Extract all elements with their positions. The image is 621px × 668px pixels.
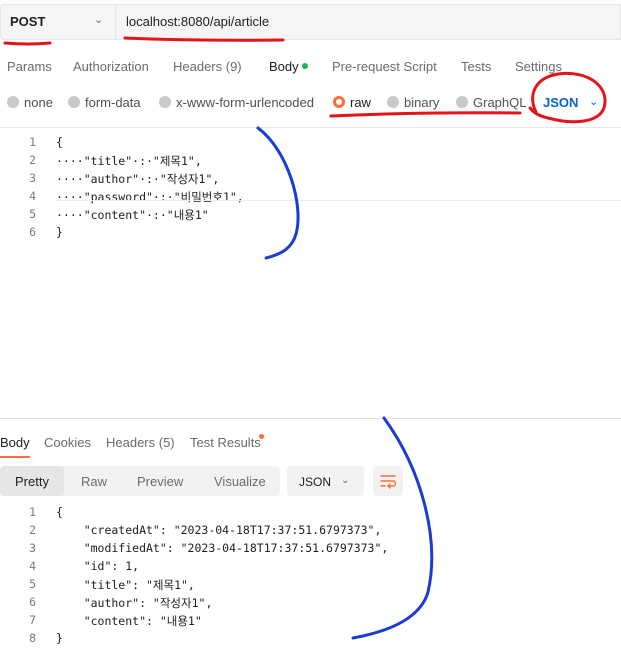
line-number: 2	[29, 153, 36, 167]
line-number: 2	[29, 523, 36, 537]
annotation-underline-raw	[329, 111, 522, 118]
code-line: }	[56, 631, 63, 645]
view-raw-button[interactable]: Raw	[81, 474, 107, 489]
line-number: 1	[29, 505, 36, 519]
radio-form-data[interactable]	[68, 96, 80, 108]
tab-body[interactable]: Body	[269, 59, 299, 74]
test-results-dot	[259, 434, 264, 439]
line-number: 5	[29, 577, 36, 591]
chevron-down-icon: ⌄	[341, 475, 350, 486]
chevron-down-icon: ⌄	[94, 14, 104, 26]
pane-divider[interactable]	[0, 418, 621, 419]
radio-raw[interactable]	[333, 96, 345, 108]
tab-settings[interactable]: Settings	[515, 59, 562, 74]
tab-tests[interactable]: Tests	[461, 59, 491, 74]
view-visualize-button[interactable]: Visualize	[214, 474, 266, 489]
chevron-down-icon[interactable]: ⌄	[589, 95, 598, 108]
response-tab-test-results[interactable]: Test Results	[190, 435, 261, 450]
line-number: 8	[29, 631, 36, 645]
view-preview-button[interactable]: Preview	[137, 474, 183, 489]
radio-none-label: none	[24, 95, 53, 110]
code-line: "modifiedAt": "2023-04-18T17:37:51.67973…	[56, 541, 389, 555]
line-number: 7	[29, 613, 36, 627]
body-indicator-dot	[302, 63, 308, 69]
line-number: 3	[29, 171, 36, 185]
code-line: "createdAt": "2023-04-18T17:37:51.679737…	[56, 523, 382, 537]
body-format-select[interactable]: JSON	[543, 95, 578, 110]
line-number: 4	[29, 189, 36, 203]
response-tab-headers[interactable]: Headers (5)	[106, 435, 175, 450]
tab-headers[interactable]: Headers (9)	[173, 59, 242, 74]
radio-binary[interactable]	[387, 96, 399, 108]
code-line: ····"title"·:·"제목1",	[56, 154, 202, 168]
active-tab-underline	[0, 456, 30, 458]
radio-raw-label: raw	[350, 95, 371, 110]
radio-graphql[interactable]	[456, 96, 468, 108]
wrap-lines-icon	[380, 475, 397, 489]
code-line: "content": "내용1"	[56, 614, 202, 628]
code-line: {	[56, 505, 63, 519]
response-tab-body[interactable]: Body	[0, 435, 30, 450]
code-line: ····"content"·:·"내용1"	[56, 208, 209, 222]
response-format-label: JSON	[299, 475, 332, 489]
code-line: "id": 1,	[56, 559, 140, 573]
response-tab-cookies[interactable]: Cookies	[44, 435, 91, 450]
radio-none[interactable]	[7, 96, 19, 108]
line-number: 6	[29, 595, 36, 609]
radio-graphql-label: GraphQL	[473, 95, 527, 110]
url-text: localhost:8080/api/article	[126, 14, 270, 29]
tab-pre-request-script[interactable]: Pre-request Script	[332, 59, 437, 74]
radio-form-data-label: form-data	[85, 95, 141, 110]
view-pretty-label: Pretty	[15, 474, 49, 489]
radio-binary-label: binary	[404, 95, 440, 110]
code-line: {	[56, 135, 63, 149]
code-line: "author": "작성자1",	[56, 596, 213, 610]
code-line: "title": "제목1",	[56, 578, 195, 592]
code-line: ····"password"·:·"비밀번호1",	[56, 190, 244, 204]
tab-params[interactable]: Params	[7, 59, 52, 74]
method-label: POST	[10, 14, 46, 29]
line-number: 5	[29, 207, 36, 221]
editor-border	[0, 127, 621, 128]
radio-urlencoded[interactable]	[159, 96, 171, 108]
line-number: 6	[29, 225, 36, 239]
line-number: 3	[29, 541, 36, 555]
code-line: ····"author"·:·"작성자1",	[56, 172, 220, 186]
radio-urlencoded-label: x-www-form-urlencoded	[176, 95, 314, 110]
line-number: 4	[29, 559, 36, 573]
tab-authorization[interactable]: Authorization	[73, 59, 149, 74]
code-line: }	[56, 225, 63, 239]
wrap-lines-button[interactable]	[373, 466, 403, 496]
annotation-bracket-request	[256, 126, 300, 260]
line-number: 1	[29, 135, 36, 149]
current-line-highlight	[56, 200, 621, 201]
